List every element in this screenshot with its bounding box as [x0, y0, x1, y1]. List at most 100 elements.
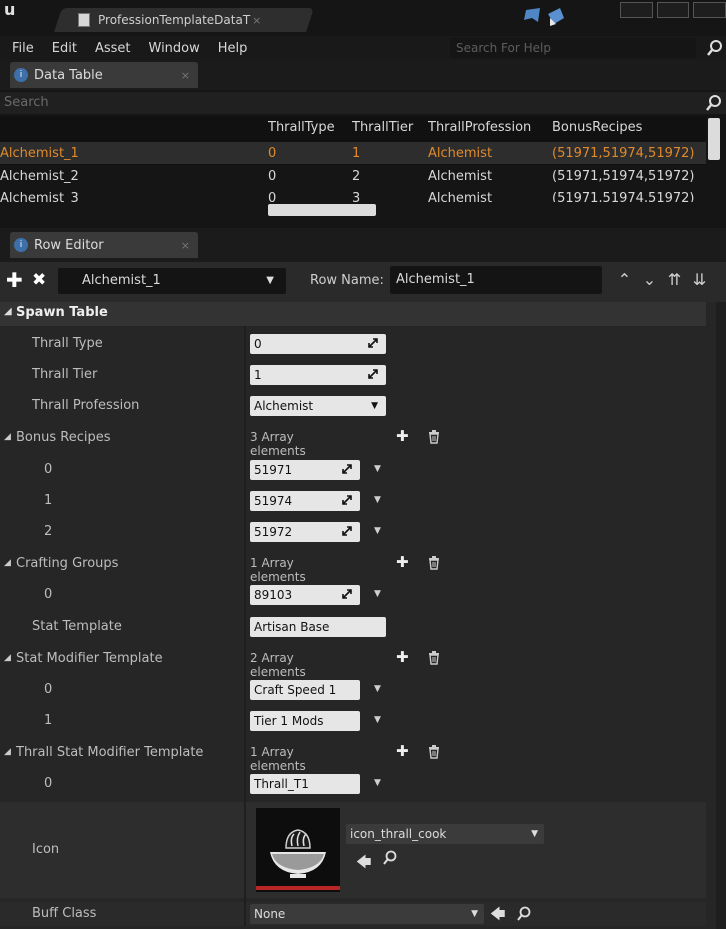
bonus-recipe-input[interactable]: 51972 — [250, 522, 360, 542]
bonus-recipe-input[interactable]: 51971 — [250, 460, 360, 480]
move-top-icon[interactable]: ⇈ — [662, 266, 687, 294]
element-options-icon[interactable]: ▼ — [374, 495, 381, 505]
move-down-icon[interactable]: ⌄ — [637, 266, 662, 294]
bonus-recipe-input[interactable]: 51974 — [250, 491, 360, 511]
remove-row-button[interactable]: ✖ — [32, 270, 48, 290]
thrall-type-input[interactable]: 0 — [250, 334, 386, 354]
property-label: Bonus Recipes — [16, 430, 111, 445]
thrall-stat-modifier-field[interactable]: Thrall_T1 — [250, 774, 360, 794]
window-controls[interactable] — [620, 2, 726, 18]
browse-search-icon[interactable] — [516, 906, 532, 922]
table-header-cell[interactable]: ThrallType — [268, 120, 335, 135]
move-bottom-icon[interactable]: ⇊ — [687, 266, 712, 294]
array-index: 1 — [44, 493, 53, 508]
stat-modifier-field[interactable]: Craft Speed 1 — [250, 680, 360, 700]
table-row[interactable]: Alchemist_2 0 2 Alchemist (51971,51974,5… — [0, 165, 706, 187]
array-count: 1 Array elements — [250, 556, 306, 584]
minimize-button[interactable] — [620, 2, 653, 18]
table-header-cell[interactable]: ThrallTier — [352, 120, 413, 135]
bonus-recipe-value: 51972 — [254, 525, 293, 539]
array-property-row[interactable]: ◢ Thrall Stat Modifier Template 1 Array … — [0, 741, 706, 773]
menu-file[interactable]: File — [12, 41, 34, 56]
info-icon: i — [14, 238, 28, 252]
use-selected-arrow-icon[interactable]: 🡄 — [356, 852, 372, 877]
row-select-value: Alchemist_1 — [82, 273, 161, 288]
browse-search-icon[interactable] — [382, 850, 398, 866]
table-search-input[interactable]: Search — [0, 92, 726, 114]
table-cell: 2 — [352, 168, 361, 184]
category-header[interactable]: ◢ Spawn Table — [0, 302, 706, 326]
source-control-icons[interactable] — [520, 4, 570, 28]
thrall-tier-input[interactable]: 1 — [250, 365, 386, 385]
table-header-cell[interactable]: ThrallProfession — [428, 120, 531, 135]
bonus-recipe-value: 51971 — [254, 463, 293, 477]
stat-template-field[interactable]: Artisan Base — [250, 617, 386, 637]
table-cell: 1 — [352, 145, 361, 161]
table-vertical-scrollbar[interactable] — [708, 118, 720, 160]
menu-window[interactable]: Window — [149, 41, 200, 56]
table-cell: (51971,51974,51972) — [552, 190, 695, 203]
maximize-button[interactable] — [656, 2, 690, 18]
array-element-row: 2 51972 ▼ — [0, 520, 706, 544]
element-options-icon[interactable]: ▼ — [374, 589, 381, 599]
stat-template-value: Artisan Base — [254, 620, 330, 634]
add-element-icon[interactable]: ✚ — [396, 648, 409, 666]
table-header-row: ThrallType ThrallTier ThrallProfession B… — [0, 116, 706, 138]
table-row[interactable]: Alchemist_1 0 1 Alchemist (51971,51974,5… — [0, 142, 706, 164]
array-property-row[interactable]: ◢ Crafting Groups 1 Array elements ✚ — [0, 552, 706, 584]
trash-icon — [429, 430, 439, 444]
drag-arrows-icon — [342, 464, 352, 474]
thrall-profession-dropdown[interactable]: Alchemist ▼ — [250, 396, 386, 416]
add-row-button[interactable]: ✚ — [6, 270, 23, 290]
array-property-row[interactable]: ◢ Stat Modifier Template 2 Array element… — [0, 647, 706, 679]
icon-asset-dropdown[interactable]: icon_thrall_cook ▼ — [346, 824, 544, 844]
row-editor-panel-tab[interactable]: i Row Editor × — [10, 232, 198, 258]
move-up-icon[interactable]: ⌃ — [612, 266, 637, 294]
table-search-icon[interactable] — [705, 94, 723, 112]
table-cell: Alchemist — [428, 168, 493, 184]
crafting-group-input[interactable]: 89103 — [250, 585, 360, 605]
data-table-panel-close-icon[interactable]: × — [181, 69, 190, 82]
document-tab-close-icon[interactable]: × — [252, 14, 261, 27]
add-element-icon[interactable]: ✚ — [396, 427, 409, 445]
stat-modifier-value: Tier 1 Mods — [254, 714, 324, 728]
add-element-icon[interactable]: ✚ — [396, 742, 409, 760]
row-editor-panel-title: Row Editor — [34, 237, 104, 253]
icon-thumbnail[interactable] — [256, 808, 340, 892]
row-name-input[interactable]: Alchemist_1 — [390, 266, 602, 294]
array-index: 0 — [44, 587, 53, 602]
table-cell: Alchemist_3 — [0, 190, 79, 203]
search-icon[interactable] — [706, 39, 724, 57]
element-options-icon[interactable]: ▼ — [374, 778, 381, 788]
document-tab-title: ProfessionTemplateDataT — [98, 13, 251, 27]
element-options-icon[interactable]: ▼ — [374, 526, 381, 536]
element-options-icon[interactable]: ▼ — [374, 715, 381, 725]
table-cell: Alchemist_2 — [0, 168, 79, 184]
table-header-cell[interactable]: BonusRecipes — [552, 120, 642, 135]
menu-asset[interactable]: Asset — [95, 41, 131, 56]
table-horizontal-scrollbar[interactable] — [268, 204, 376, 216]
chevron-down-icon: ▼ — [471, 909, 478, 919]
column-splitter[interactable] — [244, 326, 246, 926]
data-table-panel-tab[interactable]: i Data Table × — [10, 62, 198, 88]
help-search-input[interactable]: Search For Help — [450, 38, 696, 58]
close-window-button[interactable] — [693, 2, 726, 18]
details-scrollbar[interactable] — [716, 302, 726, 929]
menu-help[interactable]: Help — [218, 41, 248, 56]
array-count: 1 Array elements — [250, 745, 306, 773]
buff-class-dropdown[interactable]: None ▼ — [250, 904, 484, 924]
table-cell: 0 — [268, 145, 277, 161]
row-editor-tab-row: i Row Editor × — [0, 228, 726, 262]
stat-modifier-field[interactable]: Tier 1 Mods — [250, 711, 360, 731]
element-options-icon[interactable]: ▼ — [374, 464, 381, 474]
array-property-row[interactable]: ◢ Bonus Recipes 3 Array elements ✚ — [0, 426, 706, 458]
element-options-icon[interactable]: ▼ — [374, 684, 381, 694]
use-selected-arrow-icon[interactable]: 🡄 — [490, 904, 506, 929]
menu-edit[interactable]: Edit — [52, 41, 77, 56]
document-tab[interactable]: ProfessionTemplateDataT × — [78, 8, 308, 32]
row-select-dropdown[interactable]: Alchemist_1 ▼ — [58, 268, 286, 294]
table-row[interactable]: Alchemist_3 0 3 Alchemist (51971,51974,5… — [0, 187, 706, 202]
add-element-icon[interactable]: ✚ — [396, 553, 409, 571]
thrall-type-value: 0 — [254, 337, 262, 351]
row-editor-panel-close-icon[interactable]: × — [181, 239, 190, 252]
